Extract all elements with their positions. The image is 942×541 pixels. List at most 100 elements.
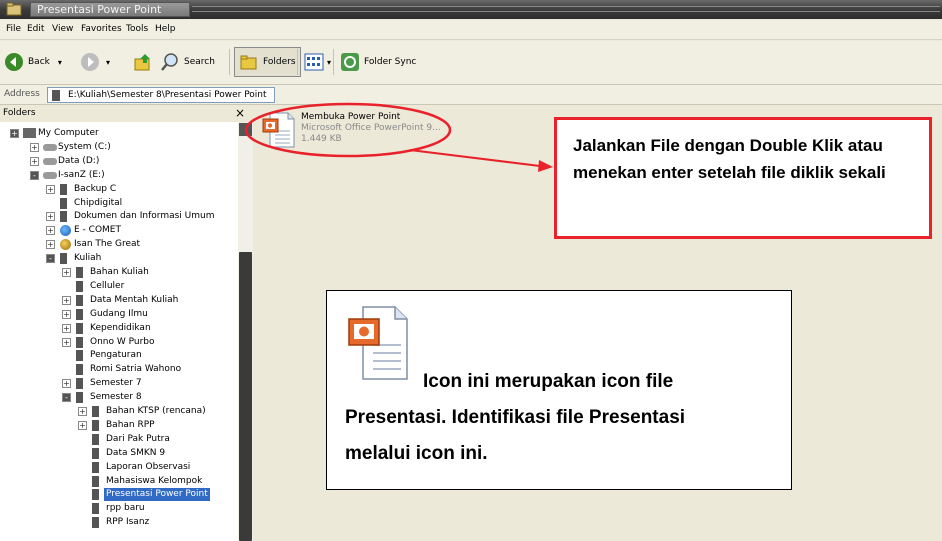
tree-item-label: Bahan KTSP (rencana): [106, 406, 206, 416]
info-line-3: melalui icon ini.: [345, 443, 488, 464]
close-pane-icon[interactable]: ×: [235, 105, 245, 122]
tree-item-label: Semester 7: [90, 378, 142, 389]
folders-button[interactable]: Folders: [234, 47, 301, 77]
menu-bar: File Edit View Favorites Tools Help: [0, 20, 942, 40]
folder-icon: [76, 294, 83, 306]
expand-toggle-icon[interactable]: +: [62, 337, 71, 347]
expand-toggle-icon[interactable]: +: [78, 420, 87, 430]
tree-item-label: Data (D:): [58, 155, 100, 166]
folder-icon: [76, 336, 83, 348]
search-icon: [161, 53, 178, 71]
expand-toggle-icon[interactable]: -: [30, 170, 39, 180]
tree-item-label: E - COMET: [74, 225, 121, 236]
toolbar-separator: [333, 49, 334, 75]
folder-tree: + My Computer + System (C:) + Data (D:) - I-san…: [0, 122, 238, 541]
folder-icon: [92, 406, 99, 417]
expand-toggle-icon[interactable]: +: [46, 240, 55, 250]
search-label: Search: [184, 57, 215, 67]
folder-icon: [92, 419, 99, 431]
toolbar-separator: [229, 49, 230, 75]
folder-icon: [92, 447, 99, 459]
folders-pane: Folders × + My Computer + System (C:) + Data …: [0, 105, 253, 541]
expand-toggle-icon[interactable]: +: [10, 129, 19, 138]
menu-file[interactable]: File: [6, 24, 21, 34]
search-button[interactable]: Search: [160, 47, 215, 77]
address-bar: Address E:\Kuliah\Semester 8\Presentasi …: [0, 85, 942, 105]
expand-toggle-icon[interactable]: +: [78, 407, 87, 416]
tree-item-label: Onno W Purbo: [90, 336, 155, 347]
expand-toggle-icon[interactable]: +: [30, 156, 39, 166]
expand-toggle-icon[interactable]: -: [62, 393, 71, 403]
folder-sync-button[interactable]: Folder Sync: [340, 47, 416, 77]
toolbar-separator: [297, 49, 298, 75]
tree-item-label: Pengaturan: [90, 350, 142, 361]
powerpoint-file-icon: [262, 112, 295, 148]
instruction-callout: Jalankan File dengan Double Klik atau me…: [554, 117, 932, 239]
tree-item-label: Kuliah: [74, 253, 102, 264]
drive-icon: [43, 143, 57, 151]
folder-icon: [76, 322, 83, 334]
folder-icon: [76, 308, 83, 320]
title-bar-fill: [192, 6, 940, 12]
folder-icon: [60, 197, 67, 209]
expand-toggle-icon[interactable]: +: [46, 212, 55, 222]
forward-dropdown-icon[interactable]: ▾: [106, 58, 110, 67]
views-dropdown-icon[interactable]: ▾: [327, 58, 331, 67]
expand-toggle-icon[interactable]: +: [62, 379, 71, 389]
expand-toggle-icon[interactable]: +: [46, 184, 55, 194]
file-size: 1.449 KB: [301, 134, 342, 144]
info-line-2: Presentasi. Identifikasi file Presentasi: [345, 407, 686, 428]
menu-tools[interactable]: Tools: [126, 24, 148, 34]
scrollbar-thumb[interactable]: [239, 252, 252, 541]
file-type: Microsoft Office PowerPoint 9...: [301, 123, 441, 133]
tree-item-label: Bahan Kuliah: [90, 267, 149, 277]
tree-item-label: Data SMKN 9: [106, 447, 166, 458]
tree-item-label: System (C:): [58, 141, 111, 152]
tree-item-label: Dokumen dan Informasi Umum: [74, 211, 215, 222]
address-label: Address: [4, 89, 40, 99]
tree-item-label: Laporan Observasi: [106, 461, 191, 472]
tree-item-label: Kependidikan: [90, 322, 151, 333]
up-folder-icon: [134, 54, 150, 71]
tree-item-label: Semester 8: [90, 392, 142, 403]
menu-view[interactable]: View: [52, 24, 73, 34]
views-button[interactable]: ▾: [304, 47, 331, 77]
scroll-up-icon[interactable]: [239, 123, 252, 136]
tree-scrollbar[interactable]: [238, 122, 253, 541]
folder-icon: [76, 378, 83, 390]
tree-item-label: rpp baru: [106, 503, 145, 514]
expand-toggle-icon[interactable]: +: [62, 268, 71, 277]
expand-toggle-icon[interactable]: +: [62, 309, 71, 319]
tree-item-label: Backup C: [74, 183, 117, 194]
window-title: Presentasi Power Point: [30, 2, 190, 17]
folder-sync-icon: [341, 53, 359, 71]
address-input[interactable]: E:\Kuliah\Semester 8\Presentasi Power Po…: [47, 87, 275, 103]
title-bar[interactable]: Presentasi Power Point: [0, 0, 942, 19]
forward-button[interactable]: ▾: [80, 47, 110, 77]
expand-toggle-icon[interactable]: +: [62, 323, 71, 333]
menu-help[interactable]: Help: [155, 24, 176, 34]
address-folder-icon: [52, 90, 60, 101]
tree-item-label: Dari Pak Putra: [106, 433, 170, 444]
menu-edit[interactable]: Edit: [27, 24, 44, 34]
back-button[interactable]: Back ▾: [4, 47, 62, 77]
up-folder-button[interactable]: [133, 47, 153, 77]
tree-item-label: Bahan RPP: [106, 419, 155, 430]
folder-icon: [92, 461, 99, 473]
address-value: E:\Kuliah\Semester 8\Presentasi Power Po…: [68, 90, 267, 100]
folders-pane-title: Folders: [3, 108, 36, 118]
folder-icon: [76, 267, 83, 278]
expand-toggle-icon[interactable]: +: [30, 142, 39, 152]
tree-item-label: Data Mentah Kuliah: [90, 294, 179, 305]
folder-icon: [92, 517, 99, 529]
expand-toggle-icon[interactable]: -: [46, 254, 55, 264]
file-name: Membuka Power Point: [301, 112, 401, 122]
folders-pane-header: Folders ×: [0, 105, 253, 122]
expand-toggle-icon[interactable]: +: [62, 295, 71, 305]
expand-toggle-icon[interactable]: +: [46, 226, 55, 236]
folder-icon: [92, 433, 99, 445]
menu-favorites[interactable]: Favorites: [81, 24, 122, 34]
explorer-window: Presentasi Power Point File Edit View Fa…: [0, 0, 942, 541]
face-icon: [60, 239, 71, 251]
back-dropdown-icon[interactable]: ▾: [58, 58, 62, 67]
